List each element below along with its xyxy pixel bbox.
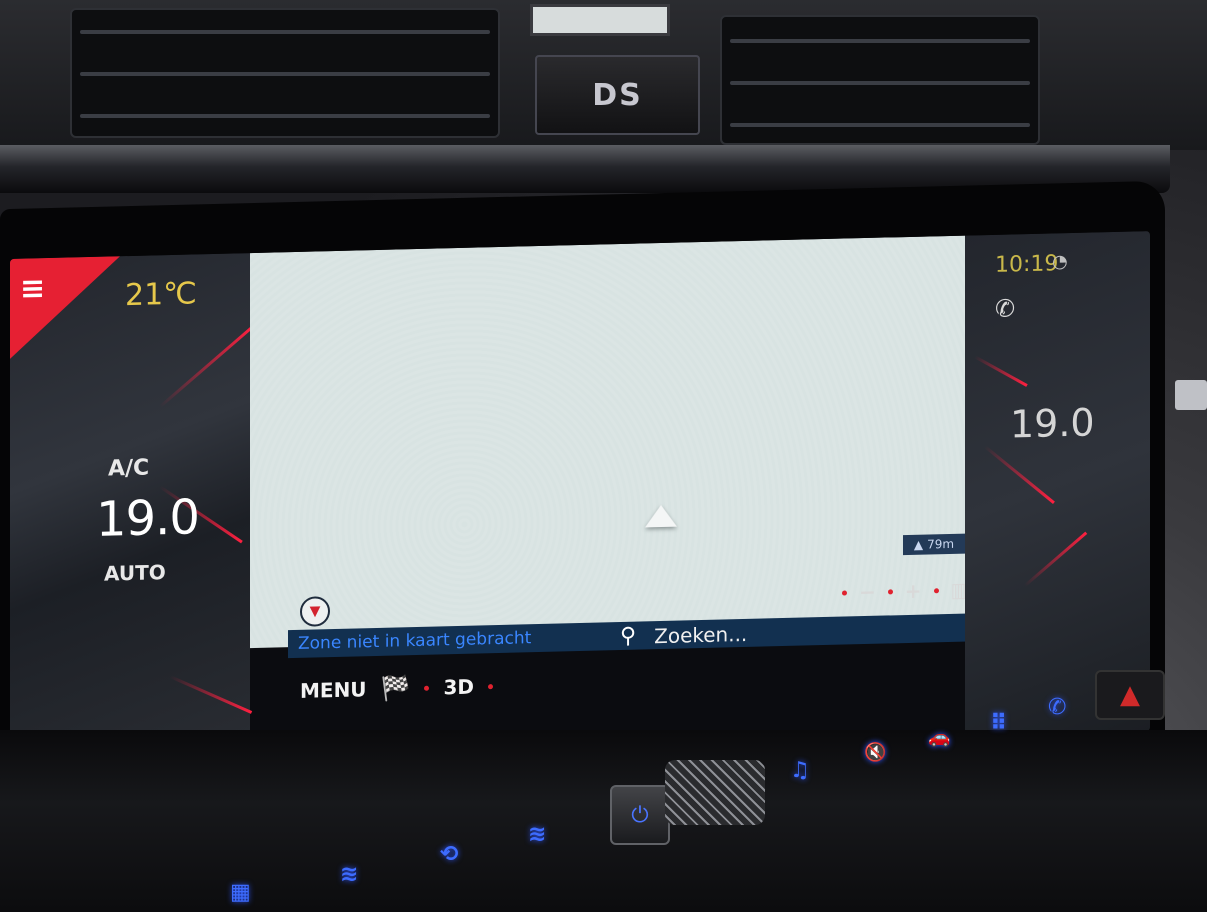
search-icon[interactable]: ⚲ <box>620 624 636 649</box>
recirculation-icon[interactable]: ⟲ <box>440 842 458 867</box>
music-icon[interactable]: ♫ <box>790 758 810 783</box>
top-small-display <box>530 4 670 36</box>
mute-icon[interactable]: 🔇 <box>864 742 886 763</box>
button-bar <box>0 730 1207 912</box>
side-switch[interactable] <box>1175 380 1207 410</box>
scale-triangle-icon: ▲ <box>913 537 924 552</box>
seat-heat-icon[interactable]: ≋ <box>340 862 358 887</box>
zoom-controls: − + ▥ <box>842 577 969 604</box>
volume-knob[interactable] <box>665 760 765 825</box>
air-vent-right[interactable] <box>720 15 1040 145</box>
clock: 10:19 <box>995 251 1059 278</box>
defrost-rear-icon[interactable]: ▦ <box>230 880 251 905</box>
car-icon[interactable]: 🚗 <box>928 727 950 748</box>
view-3d-button[interactable]: 3D <box>443 675 474 700</box>
hazard-button[interactable]: ▲ <box>1095 670 1165 720</box>
phone-hardkey-icon[interactable]: ✆ <box>1048 695 1066 720</box>
power-button[interactable]: ⏻ <box>610 785 670 845</box>
vehicle-position-icon <box>645 504 677 528</box>
nav-bottom-bar: MENU 🏁 3D <box>300 672 493 705</box>
cabin-temperature-left[interactable]: 19.0 <box>96 489 199 548</box>
zoom-out-button[interactable]: − <box>859 580 876 604</box>
apps-icon[interactable]: ⠿ <box>990 711 1007 736</box>
connectivity-icon: ◔ <box>1052 251 1068 273</box>
zoom-in-button[interactable]: + <box>905 579 922 603</box>
phone-icon[interactable]: ✆ <box>995 294 1015 322</box>
scale-value: 79m <box>927 536 955 552</box>
nav-menu-button[interactable]: MENU <box>300 677 367 703</box>
seat-heat-right-icon[interactable]: ≋ <box>528 822 546 847</box>
outside-temperature: 21℃ <box>125 276 197 314</box>
climate-panel-right <box>965 231 1150 736</box>
hamburger-menu-icon[interactable]: ≡ <box>20 271 56 307</box>
destination-flag-icon[interactable]: 🏁 <box>381 674 411 703</box>
map-scale: ▲ 79m <box>903 533 965 556</box>
brand-logo: DS <box>535 55 700 135</box>
cabin-temperature-right[interactable]: 19.0 <box>1010 400 1095 446</box>
search-placeholder[interactable]: Zoeken... <box>654 621 747 647</box>
ac-button[interactable]: A/C <box>108 456 149 482</box>
infotainment-screen: ≡ 21℃ A/C 19.0 AUTO ▲ 79m − + ▥ ▼ Zone n… <box>10 231 1150 759</box>
climate-auto-button[interactable]: AUTO <box>104 560 166 586</box>
map-status-text: Zone niet in kaart gebracht <box>298 628 532 654</box>
search-field[interactable]: ⚲ Zoeken... <box>620 621 747 649</box>
air-vent-left[interactable] <box>70 8 500 138</box>
